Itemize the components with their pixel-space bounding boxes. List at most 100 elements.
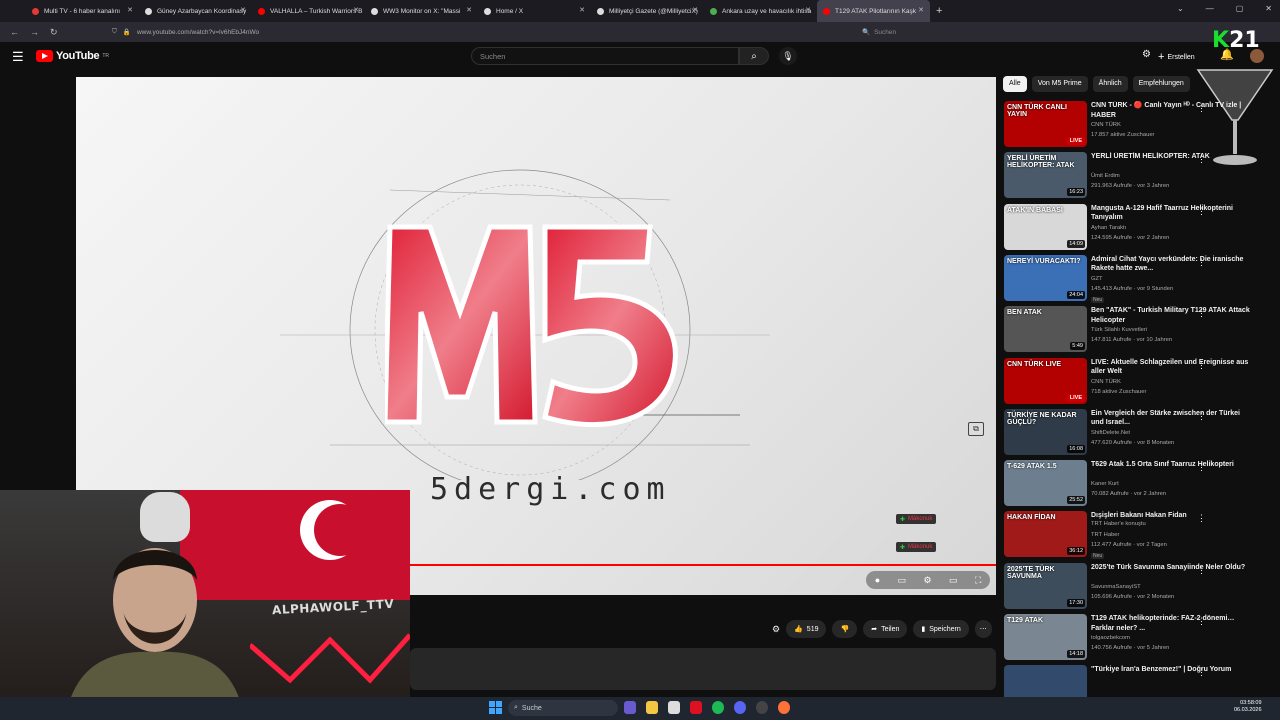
save-button[interactable]: ▮ Speichern <box>913 620 969 638</box>
video-channel[interactable]: CNN TÜRK <box>1091 379 1121 385</box>
address-bar[interactable]: ⛉ 🔒 www.youtube.com/watch?v=lv6hEbJ4nWo <box>112 25 812 39</box>
more-options-icon[interactable]: ⋮ <box>1197 103 1206 114</box>
maximize-icon[interactable]: ▢ <box>1236 4 1244 13</box>
more-options-icon[interactable]: ⋮ <box>1197 667 1206 678</box>
related-video-item[interactable]: CNN TÜRK LIVE LIVE LIVE: Aktuelle Schlagze… <box>1004 357 1274 404</box>
video-channel[interactable]: tolgaozbekcom <box>1091 635 1130 641</box>
video-thumbnail[interactable]: ATAK'IN BABASI 14:09 <box>1004 203 1087 250</box>
video-thumbnail[interactable]: HAKAN FİDAN 36:12 <box>1004 511 1087 558</box>
related-video-item[interactable]: HAKAN FİDAN 36:12 Dışişleri Bakanı Hakan F… <box>1004 511 1274 560</box>
video-channel[interactable]: Ayhan Taraktı <box>1091 225 1126 231</box>
video-title[interactable]: CNN TÜRK - 🔴 Canlı Yayın ᴴᴰ - Canlı TV i… <box>1091 101 1251 120</box>
more-options-icon[interactable]: ⋮ <box>1197 616 1206 627</box>
video-channel[interactable]: SavunmaSanayiST <box>1091 584 1141 590</box>
discord-icon[interactable] <box>734 701 746 714</box>
video-title[interactable]: Admiral Cihat Yaycı verkündete: Die iran… <box>1091 255 1251 274</box>
related-video-item[interactable]: CNN TÜRK CANLI YAYIN LIVE CNN TÜRK - 🔴 Can… <box>1004 101 1274 147</box>
video-title[interactable]: "Türkiye İran'a Benzemez!" | Doğru Yorum <box>1091 665 1251 675</box>
related-video-item[interactable]: T-629 ATAK 1.5 25:52 T629 Atak 1.5 Orta Sı… <box>1004 460 1274 507</box>
video-progress-bar[interactable] <box>410 564 996 566</box>
app-icon[interactable] <box>668 701 680 714</box>
chip-related[interactable]: Ähnlich <box>1092 76 1128 92</box>
subtitles-icon[interactable]: ▭ <box>898 575 907 586</box>
search-button[interactable]: ⌕ <box>739 47 769 65</box>
more-options-icon[interactable]: ⋮ <box>1197 513 1206 524</box>
more-options-icon[interactable]: ⋮ <box>1197 462 1206 473</box>
related-video-item[interactable]: 2025'TE TÜRK SAVUNMA 17:30 2025'te Türk Sa… <box>1004 562 1274 609</box>
dislike-button[interactable]: 👎 <box>832 620 858 638</box>
more-options-icon[interactable]: ⋮ <box>1197 154 1206 165</box>
tab-list-icon[interactable]: ⌄ <box>1177 4 1184 13</box>
tab-close-icon[interactable]: ✕ <box>466 6 472 14</box>
more-options-icon[interactable]: ⋮ <box>1197 257 1206 268</box>
video-title[interactable]: Dışişleri Bakanı Hakan Fidan <box>1091 511 1251 521</box>
youtube-logo[interactable]: YouTube TR <box>36 50 109 62</box>
tab-close-icon[interactable]: ✕ <box>127 6 133 14</box>
chip-recommendations[interactable]: Empfehlungen <box>1132 76 1190 92</box>
related-video-item[interactable]: YERLİ ÜRETİM HELİKOPTER: ATAK 16:23 YERLİ … <box>1004 152 1274 199</box>
related-video-item[interactable]: ATAK'IN BABASI 14:09 Mangusta A-129 Hafif … <box>1004 203 1274 250</box>
browser-tab[interactable]: Milliyetçi Gazete (@MilliyetciX) ✕ <box>591 0 704 22</box>
related-video-item[interactable]: NEREYİ VURACAKTI? 24:04 Admiral Cihat Yayc… <box>1004 254 1274 303</box>
video-thumbnail[interactable]: T-629 ATAK 1.5 25:52 <box>1004 460 1087 507</box>
video-title[interactable]: 2025'te Türk Savunma Sanayiinde Neler Ol… <box>1091 563 1251 573</box>
video-title[interactable]: Mangusta A-129 Hafif Taarruz Helikopteri… <box>1091 204 1251 223</box>
back-icon[interactable]: ← <box>10 27 20 37</box>
browser-tab[interactable]: Güney Azarbaycan Koordinasy ✕ <box>139 0 252 22</box>
video-channel[interactable]: Ümit Erdim <box>1091 173 1120 179</box>
video-thumbnail[interactable]: NEREYİ VURACAKTI? 24:04 <box>1004 254 1087 301</box>
shield-icon[interactable]: ⛉ <box>112 28 117 36</box>
description-box[interactable] <box>410 648 996 690</box>
minimize-icon[interactable]: — <box>1206 4 1214 13</box>
taskbar-search[interactable]: ⌕ Suche <box>508 700 618 716</box>
hamburger-menu-icon[interactable]: ☰ <box>12 49 24 65</box>
video-channel[interactable]: ShiftDelete.Net <box>1091 430 1130 436</box>
search-input[interactable]: Suchen <box>471 47 739 65</box>
video-thumbnail[interactable]: TÜRKİYE NE KADAR GÜÇLÜ? 16:08 <box>1004 408 1087 455</box>
video-title[interactable]: YERLİ ÜRETİM HELİKOPTER: ATAK <box>1091 152 1251 162</box>
browser-tab[interactable]: WW3 Monitor on X: "Massi ✕ <box>365 0 478 22</box>
cast-icon[interactable]: ⚙ <box>1142 49 1151 60</box>
opera-icon[interactable] <box>690 701 702 714</box>
share-button[interactable]: ➦ Teilen <box>863 620 908 638</box>
video-thumbnail[interactable]: CNN TÜRK CANLI YAYIN LIVE <box>1004 101 1087 147</box>
video-title[interactable]: T129 ATAK helikopterinde: FAZ-2 dönemi… … <box>1091 614 1251 633</box>
more-options-icon[interactable]: ⋮ <box>1197 308 1206 319</box>
windows-start-icon[interactable] <box>489 701 502 714</box>
voice-search-button[interactable]: 🎙 <box>779 47 797 65</box>
video-title[interactable]: T629 Atak 1.5 Orta Sınıf Taarruz Helikop… <box>1091 460 1251 470</box>
video-thumbnail[interactable]: CNN TÜRK LIVE LIVE <box>1004 357 1087 404</box>
more-options-icon[interactable]: ⋮ <box>1197 411 1206 422</box>
video-channel[interactable]: GZT <box>1091 276 1103 282</box>
obs-icon[interactable] <box>756 701 768 714</box>
browser-tab[interactable]: Multi TV - 6 haber kanalını ✕ <box>26 0 139 22</box>
more-options-icon[interactable]: ⋮ <box>1197 360 1206 371</box>
browser-tab[interactable]: VALHALLA – Turkish Warriors B ✕ <box>252 0 365 22</box>
settings-gear-icon[interactable]: ⚙ <box>924 575 932 586</box>
video-channel[interactable]: Kaner Kurt <box>1091 481 1119 487</box>
browser-tab[interactable]: Home / X ✕ <box>478 0 591 22</box>
video-channel[interactable]: Türk Silahlı Kuvvetleri <box>1091 327 1147 333</box>
firefox-icon[interactable] <box>778 701 790 714</box>
tab-close-icon[interactable]: ✕ <box>692 6 698 14</box>
related-video-item[interactable]: TÜRKİYE NE KADAR GÜÇLÜ? 16:08 Ein Vergleic… <box>1004 408 1274 455</box>
more-actions-button[interactable]: ⋯ <box>974 620 992 638</box>
teams-icon[interactable] <box>624 701 636 714</box>
chip-from-channel[interactable]: Von M5 Prime <box>1031 76 1088 92</box>
more-options-icon[interactable]: ⋮ <box>1197 206 1206 217</box>
video-title[interactable]: Ben "ATAK" - Turkish Military T129 ATAK … <box>1091 306 1251 325</box>
taskbar-clock[interactable]: 03:58:09 06.03.2026 <box>1234 700 1262 714</box>
video-thumbnail[interactable]: T129 ATAK 14:18 <box>1004 614 1087 660</box>
more-options-icon[interactable]: ⋮ <box>1197 565 1206 576</box>
tab-close-icon[interactable]: ✕ <box>918 6 924 14</box>
related-video-item[interactable]: BEN ATAK 5:49 Ben "ATAK" - Turkish Militar… <box>1004 306 1274 353</box>
forward-icon[interactable]: → <box>30 27 40 37</box>
video-channel[interactable]: TRT Haber <box>1091 532 1119 538</box>
spotify-icon[interactable] <box>712 701 724 714</box>
related-video-item[interactable]: T129 ATAK 14:18 T129 ATAK helikopterinde: … <box>1004 614 1274 660</box>
theater-mode-icon[interactable]: ▭ <box>949 575 958 586</box>
video-thumbnail[interactable]: BEN ATAK 5:49 <box>1004 306 1087 353</box>
video-title[interactable]: LIVE: Aktuelle Schlagzeilen und Ereignis… <box>1091 358 1251 377</box>
cast-action-icon[interactable]: ⚙ <box>772 624 780 635</box>
fullscreen-icon[interactable]: ⛶ <box>975 575 981 586</box>
